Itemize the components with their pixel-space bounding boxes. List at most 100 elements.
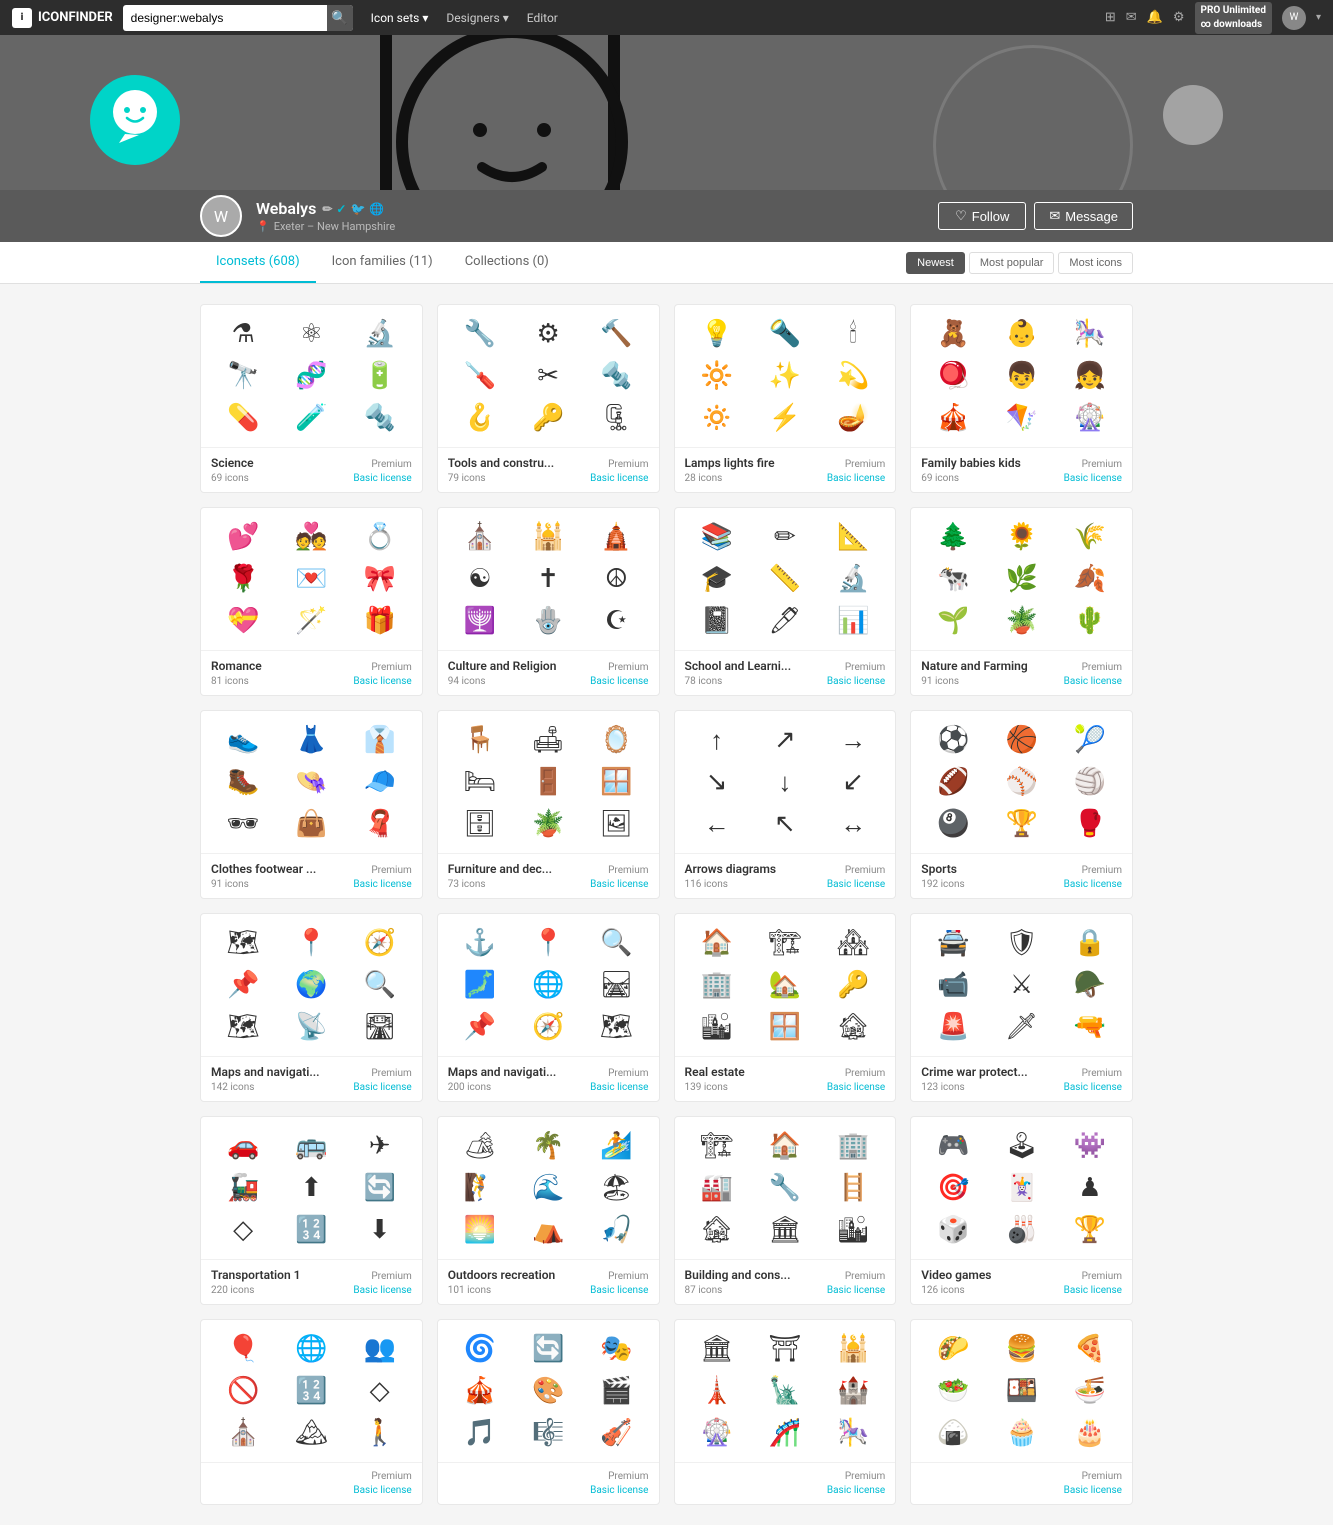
preview-icon: 📐	[834, 518, 872, 556]
preview-icon: 🍙	[934, 1414, 972, 1452]
icon-set-card[interactable]: 👟👗👔🥾👒🧢🕶👜🧣 Clothes footwear ... Premium 9…	[200, 710, 423, 899]
chevron-down-icon-user[interactable]: ▾	[1316, 12, 1321, 23]
preview-icon: ⚔	[1003, 966, 1041, 1004]
mail-icon[interactable]: ✉	[1126, 10, 1137, 25]
grid-icon[interactable]: ⊞	[1105, 10, 1116, 25]
icon-set-card[interactable]: 🎮🕹👾🎯🃏♟🎲🎳🏆 Video games Premium 126 icons …	[910, 1116, 1133, 1305]
preview-icon: 🍕	[1071, 1330, 1109, 1368]
card-count: 78 icons	[685, 676, 723, 687]
icon-set-card[interactable]: 🌲🌻🌾🐄🌿🍂🌱🪴🌵 Nature and Farming Premium 91 …	[910, 507, 1133, 696]
preview-icon: 💡	[698, 315, 736, 353]
preview-icon: 🏔	[292, 1414, 330, 1452]
icon-set-card[interactable]: 🎈🌐👥🚫🔢◇⛪🏔🚶 Premium Basic license	[200, 1319, 423, 1505]
card-count: 200 icons	[448, 1082, 491, 1093]
icon-set-card[interactable]: 🧸👶🎠🪀👦👧🎪🪁🎡 Family babies kids Premium 69 …	[910, 304, 1133, 493]
icon-set-card[interactable]: 🏗🏠🏢🏭🔧🪜🏚🏛🏙 Building and cons... Premium 8…	[674, 1116, 897, 1305]
preview-icon: 🗺	[597, 1008, 635, 1046]
tabs-bar: Iconsets (608) Icon families (11) Collec…	[0, 242, 1333, 284]
preview-icon: 🌱	[934, 602, 972, 640]
profile-bar: W Webalys ✏ ✓ 🐦 🌐 📍 Exeter – New Hampshi…	[0, 190, 1333, 242]
preview-icon: 🌿	[1003, 560, 1041, 598]
icon-set-card[interactable]: 📚✏📐🎓📏🔬📓🖊📊 School and Learni... Premium 7…	[674, 507, 897, 696]
preview-icon: ⚛	[292, 315, 330, 353]
card-badge: Premium	[371, 1471, 411, 1482]
edit-icon[interactable]: ✏	[322, 202, 332, 216]
card-title: Building and cons...	[685, 1268, 791, 1282]
preview-icon: 🐄	[934, 560, 972, 598]
preview-icon: 👔	[361, 721, 399, 759]
card-license: Basic license	[1064, 1082, 1122, 1093]
icon-set-card[interactable]: 🏠🏗🏘🏢🏡🔑🏙🪟🏚 Real estate Premium 139 icons …	[674, 913, 897, 1102]
icon-set-card[interactable]: ↑↗→↘↓↙←↖↔ Arrows diagrams Premium 116 ic…	[674, 710, 897, 899]
icon-set-card[interactable]: 🗺📍🧭📌🌍🔍🗺📡🛣 Maps and navigati... Premium 1…	[200, 913, 423, 1102]
tab-icon-families[interactable]: Icon families (11)	[316, 242, 449, 283]
twitter-icon[interactable]: 🐦	[350, 202, 365, 216]
preview-icon: 🗜	[597, 399, 635, 437]
settings-icon[interactable]: ⚙	[1173, 10, 1185, 25]
search-input[interactable]	[123, 5, 353, 31]
tab-collections[interactable]: Collections (0)	[449, 242, 565, 283]
preview-icon: 🧁	[1003, 1414, 1041, 1452]
icon-set-card[interactable]: 🌮🍔🍕🥗🍱🍜🍙🧁🎂 Premium Basic license	[910, 1319, 1133, 1505]
icon-set-card[interactable]: 🪑🛋🪞🛏🚪🪟🗄🪴🖼 Furniture and dec... Premium 7…	[437, 710, 660, 899]
nav-editor[interactable]: Editor	[519, 7, 566, 29]
card-preview: 💕💑💍🌹💌🎀💝🪄🎁	[201, 508, 422, 650]
user-avatar[interactable]: W	[1282, 6, 1306, 30]
preview-icon: 🎪	[461, 1372, 499, 1410]
icon-set-card[interactable]: ⚓📍🔍🗾🌐🛤📌🧭🗺 Maps and navigati... Premium 2…	[437, 913, 660, 1102]
card-title: Tools and constru...	[448, 456, 554, 470]
nav-designers[interactable]: Designers ▾	[438, 7, 516, 29]
icon-set-card[interactable]: 🌀🔄🎭🎪🎨🎬🎵🎼🎻 Premium Basic license	[437, 1319, 660, 1505]
card-title: Arrows diagrams	[685, 862, 777, 876]
sort-newest[interactable]: Newest	[906, 252, 965, 274]
preview-icon: 🌐	[292, 1330, 330, 1368]
icon-set-card[interactable]: ⛪🕌🛕☯✝☮🕎🪬☪ Culture and Religion Premium 9…	[437, 507, 660, 696]
icon-set-card[interactable]: 💕💑💍🌹💌🎀💝🪄🎁 Romance Premium 81 icons Basic…	[200, 507, 423, 696]
preview-icon: ⚡	[766, 399, 804, 437]
preview-icon: 🗽	[766, 1372, 804, 1410]
bell-icon[interactable]: 🔔	[1147, 10, 1163, 25]
card-badge: Premium	[371, 1271, 411, 1282]
preview-icon: 🔍	[597, 924, 635, 962]
icon-set-card[interactable]: 🚔🛡🔒📹⚔🪖🚨🗡🔫 Crime war protect... Premium 1…	[910, 913, 1133, 1102]
message-button[interactable]: ✉ Message	[1034, 202, 1133, 230]
icon-set-card[interactable]: 🏛⛩🕌🗼🗽🏰🎡🎢🎠 Premium Basic license	[674, 1319, 897, 1505]
preview-icon: 📹	[934, 966, 972, 1004]
preview-icon: 🕌	[529, 518, 567, 556]
brand-logo[interactable]: i ICONFINDER	[12, 8, 113, 28]
card-license: Basic license	[1064, 1485, 1122, 1496]
icon-set-card[interactable]: 🔧⚙🔨🪛✂🔩🪝🔑🗜 Tools and constru... Premium 7…	[437, 304, 660, 493]
card-preview: 🏗🏠🏢🏭🔧🪜🏚🏛🏙	[675, 1117, 896, 1259]
card-meta: 101 icons Basic license	[448, 1285, 649, 1296]
preview-icon: 📚	[698, 518, 736, 556]
icon-set-card[interactable]: ⚗⚛🔬🔭🧬🔋💊🧪🔩 Science Premium 69 icons Basic…	[200, 304, 423, 493]
card-license: Basic license	[353, 1082, 411, 1093]
nav-icon-sets[interactable]: Icon sets ▾	[363, 7, 437, 29]
card-info: Arrows diagrams Premium 116 icons Basic …	[675, 853, 896, 898]
preview-icon: 🪔	[834, 399, 872, 437]
preview-icon: ↗	[766, 721, 804, 759]
preview-icon: 🗡	[1003, 1008, 1041, 1046]
icon-set-card[interactable]: 🚗🚌✈🚂⬆🔄◇🔢⬇ Transportation 1 Premium 220 i…	[200, 1116, 423, 1305]
card-title: Maps and navigati...	[211, 1065, 320, 1079]
card-title-row: Premium	[685, 1471, 886, 1482]
sort-most-popular[interactable]: Most popular	[969, 252, 1055, 274]
website-icon[interactable]: 🌐	[369, 202, 384, 216]
icon-set-card[interactable]: ⚽🏀🎾🏈⚾🏐🎱🏆🥊 Sports Premium 192 icons Basic…	[910, 710, 1133, 899]
follow-button[interactable]: ♡ Follow	[938, 202, 1026, 230]
preview-icon: 🪖	[1071, 966, 1109, 1004]
card-title-row: Arrows diagrams Premium	[685, 862, 886, 876]
search-button[interactable]: 🔍	[327, 5, 353, 31]
sort-most-icons[interactable]: Most icons	[1058, 252, 1133, 274]
card-license: Basic license	[590, 676, 648, 687]
icon-set-card[interactable]: 🏕🌴🏄🧗🌊🏖🌅⛺🎣 Outdoors recreation Premium 10…	[437, 1116, 660, 1305]
preview-icon: 🧭	[361, 924, 399, 962]
preview-icon: 🎪	[934, 399, 972, 437]
card-info: Premium Basic license	[201, 1462, 422, 1504]
tab-iconsets[interactable]: Iconsets (608)	[200, 242, 316, 283]
card-title-row: Outdoors recreation Premium	[448, 1268, 649, 1282]
brand-icon: i	[12, 8, 32, 28]
preview-icon: 🛤	[597, 966, 635, 1004]
icon-set-card[interactable]: 💡🔦🕯🔆✨💫🔅⚡🪔 Lamps lights fire Premium 28 i…	[674, 304, 897, 493]
preview-icon: ↓	[766, 763, 804, 801]
